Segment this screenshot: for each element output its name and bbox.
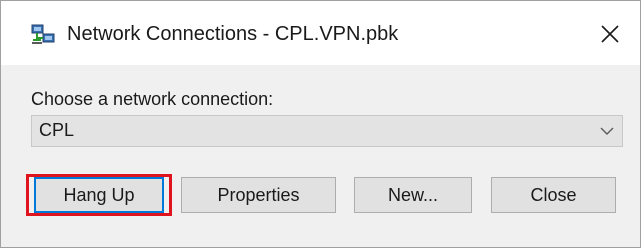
properties-button[interactable]: Properties bbox=[181, 177, 336, 213]
close-icon[interactable] bbox=[593, 17, 627, 51]
dialog-body: Choose a network connection: CPL Hang Up… bbox=[1, 65, 640, 247]
hang-up-button[interactable]: Hang Up bbox=[34, 177, 164, 213]
connection-label: Choose a network connection: bbox=[31, 89, 274, 109]
window-title: Network Connections - CPL.VPN.pbk bbox=[67, 23, 399, 45]
title-bar: Network Connections - CPL.VPN.pbk bbox=[1, 1, 640, 65]
connection-dropdown-value: CPL bbox=[39, 120, 75, 140]
network-connections-icon bbox=[31, 23, 55, 45]
close-button[interactable]: Close bbox=[491, 177, 616, 213]
connection-dropdown[interactable]: CPL bbox=[31, 115, 623, 147]
chevron-down-icon bbox=[600, 124, 614, 138]
new-button[interactable]: New... bbox=[354, 177, 472, 213]
dialog-window: Network Connections - CPL.VPN.pbk Choose… bbox=[0, 0, 641, 248]
